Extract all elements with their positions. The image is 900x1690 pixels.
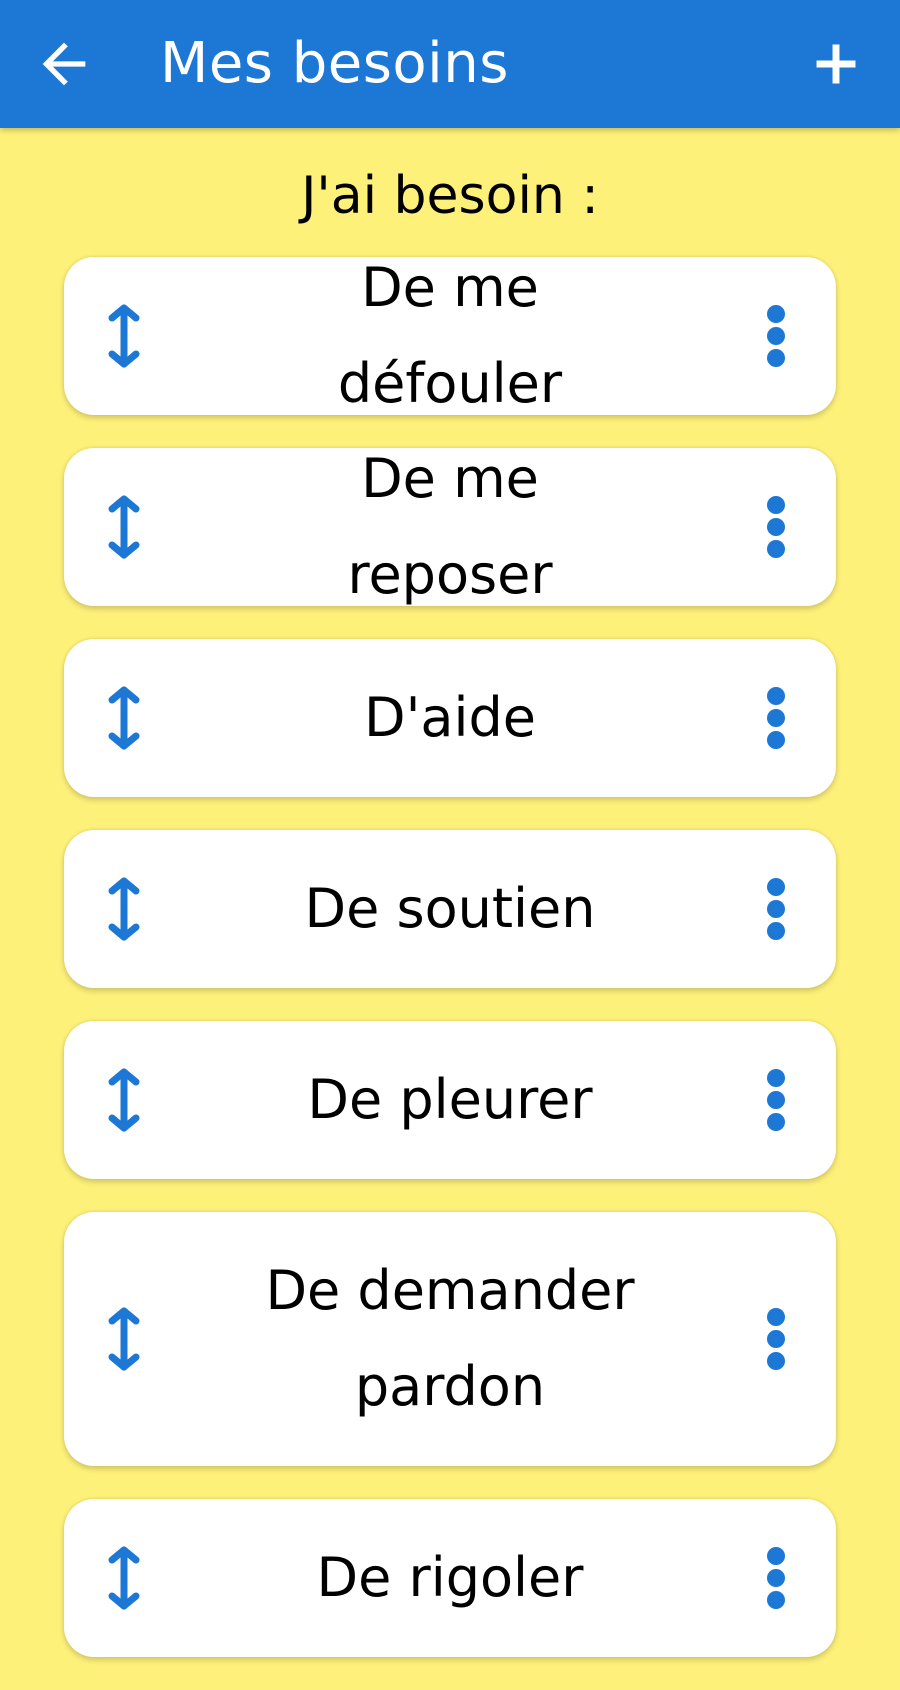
section-heading: J'ai besoin : [301,166,599,226]
need-label: De me défouler [337,256,563,415]
item-menu-button[interactable] [744,678,808,758]
need-item[interactable]: De pleurer [64,1021,836,1179]
need-label: De me reposer [347,447,553,606]
more-vert-icon [767,496,785,558]
more-vert-icon [767,1069,785,1131]
arrow-left-icon [42,42,86,86]
more-vert-icon [767,687,785,749]
need-item[interactable]: De rigoler [64,1499,836,1657]
vertical-arrows-icon [108,304,140,368]
more-vert-icon [767,305,785,367]
drag-handle[interactable] [92,678,156,758]
drag-handle[interactable] [92,1299,156,1379]
drag-handle[interactable] [92,1060,156,1140]
plus-icon [816,44,856,84]
item-menu-button[interactable] [744,1060,808,1140]
app-bar: Mes besoins [0,0,900,128]
more-vert-icon [767,1308,785,1370]
item-menu-button[interactable] [744,296,808,376]
page-title: Mes besoins [160,31,509,96]
need-item[interactable]: De me reposer [64,447,836,606]
drag-handle[interactable] [92,1538,156,1618]
need-label: D'aide [363,686,537,749]
back-button[interactable] [24,24,104,104]
need-item[interactable]: De me défouler [64,256,836,415]
vertical-arrows-icon [108,1307,140,1371]
more-vert-icon [767,1547,785,1609]
vertical-arrows-icon [108,495,140,559]
need-label: De demander pardon [265,1259,635,1418]
need-item[interactable]: D'aide [64,639,836,797]
more-vert-icon [767,878,785,940]
item-menu-button[interactable] [744,1538,808,1618]
drag-handle[interactable] [92,869,156,949]
vertical-arrows-icon [108,1068,140,1132]
drag-handle[interactable] [92,487,156,567]
need-label: De soutien [304,877,596,940]
vertical-arrows-icon [108,1546,140,1610]
add-need-button[interactable] [796,24,876,104]
vertical-arrows-icon [108,686,140,750]
item-menu-button[interactable] [744,869,808,949]
need-item[interactable]: De demander pardon [64,1212,836,1466]
needs-list: De me défouler De me reposer D'aide De s… [64,256,836,1690]
need-item[interactable]: De soutien [64,830,836,988]
need-label: De pleurer [307,1068,593,1131]
need-label: De rigoler [316,1546,584,1609]
vertical-arrows-icon [108,877,140,941]
item-menu-button[interactable] [744,487,808,567]
drag-handle[interactable] [92,296,156,376]
item-menu-button[interactable] [744,1299,808,1379]
